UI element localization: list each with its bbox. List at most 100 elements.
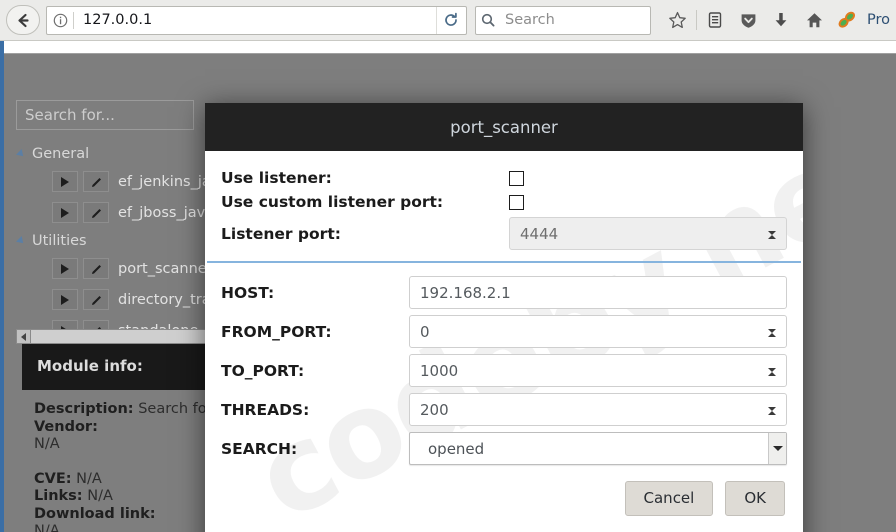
from-port-stepper[interactable] [763, 319, 781, 346]
dialog-body: codeby.net Use listener: Use custom list… [205, 151, 803, 532]
run-icon[interactable] [52, 171, 78, 192]
run-icon[interactable] [52, 258, 78, 279]
field-row-from-port: FROM_PORT: 0 [221, 315, 787, 348]
field-row-use-listener: Use listener: [221, 169, 787, 187]
scroll-left-arrow-icon[interactable] [17, 330, 31, 343]
browser-search-box[interactable]: Search [475, 6, 651, 35]
module-info-key: Description: [34, 401, 134, 417]
module-info-key: Links: [34, 488, 83, 504]
host-label: HOST: [221, 284, 409, 302]
page-top-strip [0, 41, 896, 53]
browser-toolbar: 127.0.0.1 Search [0, 0, 896, 41]
chevron-down-icon[interactable] [768, 433, 786, 464]
field-row-host: HOST: 192.168.2.1 [221, 276, 787, 309]
stepper-down-icon[interactable] [768, 235, 776, 254]
host-input[interactable]: 192.168.2.1 [409, 276, 787, 309]
module-info-row: N/A [34, 523, 210, 532]
module-info-row: Description: Search for o [34, 401, 210, 419]
search-input[interactable]: Search for... [16, 100, 194, 130]
host-value: 192.168.2.1 [410, 284, 511, 302]
stepper-down-icon[interactable] [768, 411, 776, 430]
listener-port-input[interactable]: 4444 [509, 217, 787, 250]
browser-search-placeholder: Search [500, 12, 555, 28]
module-info-value: Search for o [134, 401, 210, 417]
bookmark-star-icon[interactable] [661, 5, 694, 35]
back-button[interactable] [6, 5, 40, 35]
module-info-row: Vendor: [34, 419, 210, 437]
use-listener-label: Use listener: [221, 169, 509, 187]
module-info-value: N/A [83, 488, 113, 504]
stepper-down-icon[interactable] [768, 333, 776, 352]
tree-group-label: Utilities [32, 233, 87, 249]
from-port-input[interactable]: 0 [409, 315, 787, 348]
tree-item-directory-traversal[interactable]: directory_traversa [4, 284, 210, 315]
module-info-row: Links: N/A [34, 488, 210, 506]
field-row-search: SEARCH: opened [221, 432, 787, 465]
from-port-label: FROM_PORT: [221, 323, 409, 341]
module-info-key: Download link: [34, 506, 156, 522]
edit-pencil-icon[interactable] [83, 258, 109, 279]
toolbar-icons: Pro [661, 5, 890, 35]
reload-icon[interactable] [436, 7, 466, 34]
address-bar[interactable]: 127.0.0.1 [46, 6, 467, 35]
module-info-header-label: Module info: [22, 344, 210, 388]
site-info-icon[interactable] [47, 13, 73, 28]
threads-input[interactable]: 200 [409, 393, 787, 426]
tree-item-ef-jenkins[interactable]: ef_jenkins_java_de [4, 166, 210, 197]
run-icon[interactable] [52, 289, 78, 310]
field-row-threads: THREADS: 200 [221, 393, 787, 426]
search-input-placeholder: Search for... [17, 101, 193, 130]
cancel-button[interactable]: Cancel [625, 481, 714, 516]
tree-item-port-scanner[interactable]: port_scanner [4, 253, 210, 284]
dialog-params: HOST: 192.168.2.1 FROM_PORT: 0 [205, 276, 803, 465]
section-divider [207, 261, 801, 263]
ok-button[interactable]: OK [725, 481, 785, 516]
home-icon[interactable] [798, 5, 831, 35]
stepper-down-icon[interactable] [768, 372, 776, 391]
tree-group-utilities[interactable]: Utilities [4, 228, 210, 253]
edit-pencil-icon[interactable] [83, 289, 109, 310]
listener-port-label: Listener port: [221, 225, 509, 243]
run-icon[interactable] [52, 202, 78, 223]
field-row-to-port: TO_PORT: 1000 [221, 354, 787, 387]
screen-root: Search for... General ef_jenkins_java_de [0, 0, 896, 532]
page-background: Search for... General ef_jenkins_java_de [0, 41, 896, 532]
edit-pencil-icon[interactable] [83, 202, 109, 223]
edit-pencil-icon[interactable] [83, 171, 109, 192]
spacer [34, 454, 210, 471]
use-custom-listener-port-checkbox[interactable] [509, 195, 524, 210]
dialog-title-bar: port_scanner [205, 103, 803, 151]
download-arrow-icon[interactable] [765, 5, 798, 35]
to-port-value: 1000 [410, 362, 458, 380]
module-info-value: N/A [34, 523, 60, 532]
from-port-value: 0 [410, 323, 430, 341]
search-icon [476, 13, 500, 27]
module-info-value: N/A [72, 471, 102, 487]
chevron-down-icon [16, 236, 26, 246]
scrollbar-thumb[interactable] [31, 330, 205, 343]
module-info-key: Vendor: [34, 419, 98, 435]
listener-port-value: 4444 [510, 225, 558, 243]
dialog-title: port_scanner [450, 118, 558, 137]
port-scanner-dialog: port_scanner codeby.net Use listener: Us… [205, 103, 803, 532]
url-text[interactable]: 127.0.0.1 [74, 12, 436, 28]
tree-horizontal-scrollbar[interactable] [16, 329, 206, 344]
proxy-chain-icon[interactable] [831, 5, 864, 35]
tree-item-label: port_scanner [118, 261, 213, 277]
pocket-shield-icon[interactable] [732, 5, 765, 35]
search-select[interactable]: opened [409, 432, 787, 465]
module-info-row: CVE: N/A [34, 471, 210, 489]
reader-list-icon[interactable] [699, 5, 732, 35]
to-port-input[interactable]: 1000 [409, 354, 787, 387]
use-custom-listener-port-label: Use custom listener port: [221, 193, 509, 211]
tree-item-ef-jboss[interactable]: ef_jboss_java_seria [4, 197, 210, 228]
tree-group-general[interactable]: General [4, 141, 210, 166]
module-info-row: Download link: [34, 506, 210, 524]
use-listener-checkbox[interactable] [509, 171, 524, 186]
threads-stepper[interactable] [763, 397, 781, 424]
listener-port-stepper[interactable] [763, 221, 781, 248]
to-port-stepper[interactable] [763, 358, 781, 385]
search-selected-value: opened [410, 440, 484, 458]
sidebar: Search for... General ef_jenkins_java_de [4, 55, 210, 532]
search-label: SEARCH: [221, 440, 409, 458]
